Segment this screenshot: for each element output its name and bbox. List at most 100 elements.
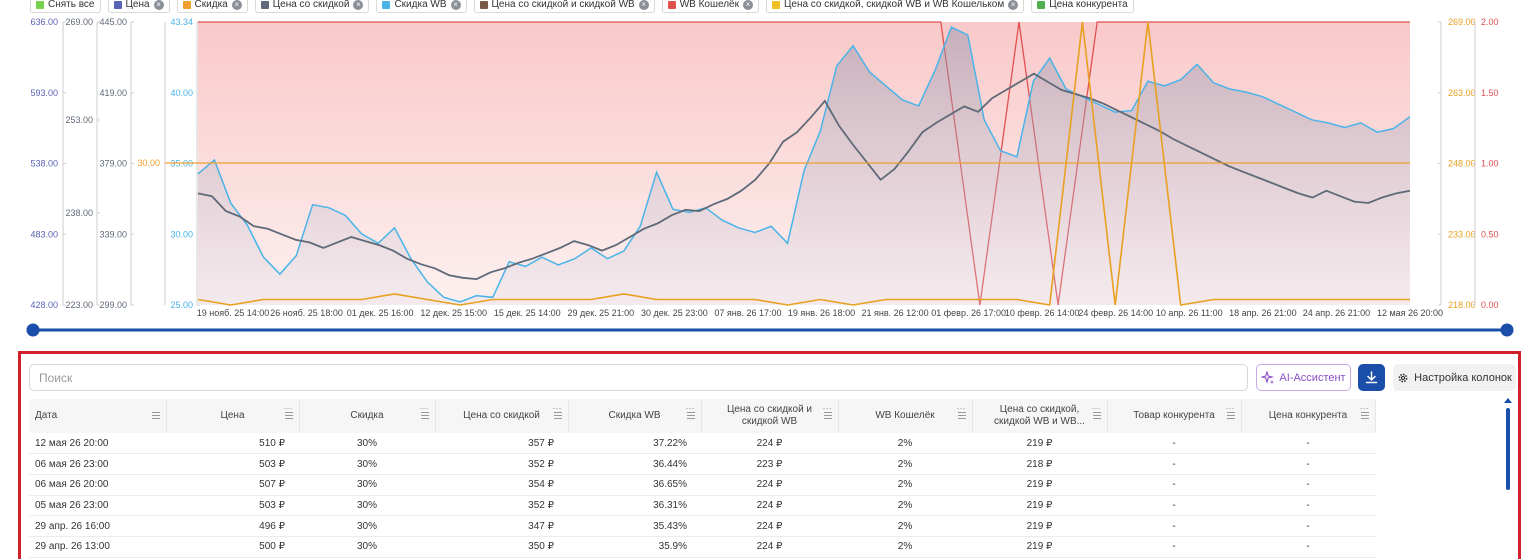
column-header[interactable]: Скидка WB ··· xyxy=(568,399,702,433)
download-button[interactable] xyxy=(1358,364,1385,391)
table-cell: 496 ₽ xyxy=(166,515,299,537)
table-cell: - xyxy=(1241,433,1375,455)
table-body: 12 мая 26 20:00 510 ₽30% 357 ₽37.22% 224 ₽2… xyxy=(29,433,1375,558)
column-header[interactable]: Цена конкурента ··· xyxy=(1241,399,1376,433)
y-tick-label: 30.00 xyxy=(137,158,160,168)
y-tick-label: 233.00 xyxy=(1448,229,1476,239)
table-cell: 219 ₽ xyxy=(972,515,1107,537)
column-header-label: Товар конкурента xyxy=(1133,410,1215,421)
column-options-icon[interactable]: ··· xyxy=(823,402,832,414)
table-row[interactable]: 05 мая 26 23:00 503 ₽30% 352 ₽36.31% 224 ₽2… xyxy=(29,495,1375,517)
table-cell: 503 ₽ xyxy=(166,495,299,517)
column-header[interactable]: WB Кошелёк ··· xyxy=(838,399,973,433)
table-cell: 35.9% xyxy=(568,536,701,558)
table-row[interactable]: 06 мая 26 23:00 503 ₽30% 352 ₽36.44% 223 ₽2… xyxy=(29,453,1375,475)
column-options-icon[interactable]: ··· xyxy=(1092,402,1101,414)
table-cell: 352 ₽ xyxy=(435,453,568,475)
column-header-label: Цена конкурента xyxy=(1268,410,1348,421)
chart-plot-area xyxy=(165,21,1411,306)
column-header[interactable]: Цена со скидкой и скидкой WB ··· xyxy=(701,399,839,433)
column-header-label: Цена со скидкой xyxy=(463,410,540,421)
column-options-icon[interactable]: ··· xyxy=(284,402,293,414)
table-cell: 29 апр. 26 16:00 xyxy=(29,515,166,537)
y-tick-label: 253.00 xyxy=(65,115,93,125)
x-tick-label: 18 апр. 26 21:00 xyxy=(1229,308,1296,318)
table-cell: 06 мая 26 23:00 xyxy=(29,453,166,475)
column-options-icon[interactable]: ··· xyxy=(957,402,966,414)
gear-icon xyxy=(1398,373,1408,382)
y-tick-label: 30.00 xyxy=(170,229,193,239)
y-tick-label: 379.00 xyxy=(99,159,127,169)
table-cell: 219 ₽ xyxy=(972,536,1107,558)
column-menu-icon[interactable] xyxy=(151,412,160,419)
search-input[interactable] xyxy=(29,364,1248,391)
column-header-label: WB Кошелёк xyxy=(875,410,935,421)
column-options-icon[interactable]: ··· xyxy=(686,402,695,414)
column-options-icon[interactable]: ··· xyxy=(1360,402,1369,414)
column-header-label: Цена со скидкой, скидкой WB и WB... xyxy=(994,404,1085,427)
table-cell: 350 ₽ xyxy=(435,536,568,558)
column-header[interactable]: Цена ··· xyxy=(166,399,300,433)
x-tick-label: 10 апр. 26 11:00 xyxy=(1156,308,1223,318)
column-header[interactable]: Товар конкурента ··· xyxy=(1107,399,1242,433)
table-cell: - xyxy=(1107,474,1241,496)
table-cell: 2% xyxy=(838,495,972,517)
x-tick-label: 21 янв. 26 12:00 xyxy=(861,308,928,318)
table-cell: 2% xyxy=(838,536,972,558)
y-tick-label: 0.00 xyxy=(1481,300,1499,310)
table-cell: 352 ₽ xyxy=(435,495,568,517)
column-options-icon[interactable]: ··· xyxy=(1226,402,1235,414)
x-tick-label: 19 янв. 26 18:00 xyxy=(788,308,855,318)
y-tick-label: 43.34 xyxy=(170,17,193,27)
table-cell: 223 ₽ xyxy=(701,453,838,475)
scroll-up-arrow[interactable] xyxy=(1504,398,1512,403)
price-history-table-panel: AI-Ассистент Настройка колонок Дата Цена ·… xyxy=(18,351,1521,559)
y-tick-label: 218.00 xyxy=(1448,300,1476,310)
y-tick-label: 269.00 xyxy=(1448,17,1476,27)
table-cell: 2% xyxy=(838,433,972,455)
column-header[interactable]: Цена со скидкой ··· xyxy=(435,399,569,433)
table-cell: 224 ₽ xyxy=(701,515,838,537)
column-options-icon[interactable]: ··· xyxy=(553,402,562,414)
range-slider-start-handle[interactable] xyxy=(26,323,40,337)
table-cell: - xyxy=(1241,515,1375,537)
column-header[interactable]: Скидка ··· xyxy=(299,399,436,433)
y-tick-label: 2.00 xyxy=(1481,17,1499,27)
range-slider-end-handle[interactable] xyxy=(1500,323,1514,337)
date-range-slider[interactable] xyxy=(26,323,1514,337)
y-tick-label: 25.00 xyxy=(170,300,193,310)
y-tick-label: 428.00 xyxy=(30,300,58,310)
ai-assistant-button[interactable]: AI-Ассистент xyxy=(1256,364,1351,391)
x-tick-label: 19 нояб. 25 14:00 xyxy=(197,308,270,318)
x-tick-label: 07 янв. 26 17:00 xyxy=(714,308,781,318)
table-row[interactable]: 29 апр. 26 16:00 496 ₽30% 347 ₽35.43% 224 ₽… xyxy=(29,515,1375,537)
table-row[interactable]: 12 мая 26 20:00 510 ₽30% 357 ₽37.22% 224 ₽2… xyxy=(29,433,1375,455)
table-row[interactable]: 06 мая 26 20:00 507 ₽30% 354 ₽36.65% 224 ₽2… xyxy=(29,474,1375,496)
download-icon xyxy=(1365,371,1378,384)
column-settings-button[interactable]: Настройка колонок xyxy=(1393,364,1516,391)
y-tick-label: 538.00 xyxy=(30,159,58,169)
table-cell: 224 ₽ xyxy=(701,495,838,517)
column-header-label: Цена xyxy=(220,410,245,421)
x-tick-label: 15 дек. 25 14:00 xyxy=(494,308,561,318)
table-cell: 2% xyxy=(838,453,972,475)
price-history-table: Дата Цена ··· Скидка ··· Цена со скидкой ··· Ск… xyxy=(29,399,1376,558)
column-header[interactable]: Цена со скидкой, скидкой WB и WB... ··· xyxy=(972,399,1108,433)
table-cell: 219 ₽ xyxy=(972,433,1107,455)
x-tick-label: 29 дек. 25 21:00 xyxy=(567,308,634,318)
table-cell: 500 ₽ xyxy=(166,536,299,558)
y-tick-label: 1.50 xyxy=(1481,88,1499,98)
table-cell: 30% xyxy=(299,495,435,517)
column-header-label: Скидка xyxy=(350,410,384,421)
column-header[interactable]: Дата xyxy=(29,399,167,433)
table-row[interactable]: 29 апр. 26 13:00 500 ₽30% 350 ₽35.9% 224 ₽2… xyxy=(29,536,1375,558)
column-header-label: Цена со скидкой и скидкой WB xyxy=(726,404,813,427)
table-cell: 219 ₽ xyxy=(972,495,1107,517)
column-options-icon[interactable]: ··· xyxy=(420,402,429,414)
price-history-chart: 636.00 593.00 538.00 483.00 428.00 269.00 253.… xyxy=(26,17,1514,337)
table-cell: 05 мая 26 23:00 xyxy=(29,495,166,517)
y-tick-label: 238.00 xyxy=(65,208,93,218)
table-cell: - xyxy=(1241,474,1375,496)
y-tick-label: 269.00 xyxy=(65,17,93,27)
table-scrollbar-thumb[interactable] xyxy=(1506,408,1510,490)
